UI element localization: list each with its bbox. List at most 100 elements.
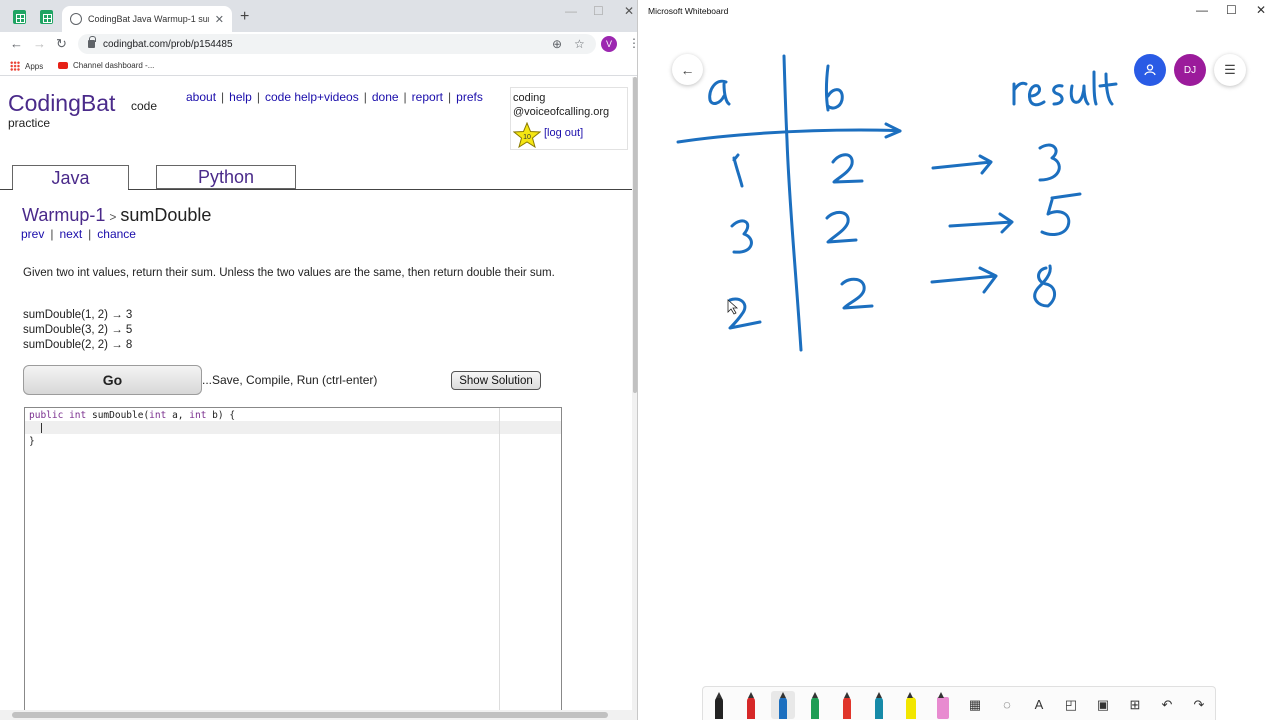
user-box: coding @voiceofcalling.org 10 [log out] — [510, 87, 628, 150]
nav-code-help-videos[interactable]: code help+videos — [265, 90, 359, 104]
zoom-icon[interactable]: ⊕ — [552, 37, 562, 51]
star-icon: 10 — [513, 122, 541, 148]
example-line: sumDouble(3, 2) → 5 — [23, 324, 133, 336]
codingbat-page: CodingBat code practice about | help | code … — [0, 77, 637, 720]
hamburger-menu-icon[interactable]: ☰ — [1214, 54, 1246, 86]
ink-digit-8 — [1033, 264, 1056, 308]
site-logo[interactable]: CodingBat — [8, 90, 115, 117]
nav-help[interactable]: help — [229, 90, 252, 104]
ink-digit-3 — [1038, 143, 1061, 182]
tab-title: CodingBat Java Warmup-1 sumDou... — [88, 14, 209, 24]
ruler-icon[interactable]: ▦ — [963, 691, 987, 719]
tab-python[interactable]: Python — [156, 165, 296, 189]
maximize-icon[interactable]: ☐ — [593, 4, 604, 18]
menu-kebab-icon[interactable]: ⋮ — [628, 36, 637, 50]
scrollbar-thumb[interactable] — [633, 77, 637, 393]
breadcrumb: Warmup-1 > sumDouble — [22, 205, 211, 226]
examples: sumDouble(1, 2) → 3 sumDouble(3, 2) → 5 … — [23, 308, 132, 353]
next-link[interactable]: next — [59, 227, 82, 241]
print-margin — [499, 408, 500, 719]
ink-letter-s — [1052, 84, 1064, 106]
example-line: sumDouble(1, 2) → 3 — [23, 309, 133, 321]
sheets-icon — [39, 10, 53, 24]
bookmark-apps[interactable]: Apps — [10, 61, 43, 71]
horizontal-scrollbar[interactable] — [0, 710, 637, 720]
go-hint-text: ...Save, Compile, Run (ctrl-enter) — [202, 373, 378, 387]
ink-letter-b — [825, 64, 844, 112]
invite-person-icon[interactable] — [1134, 54, 1166, 86]
sticky-note-icon[interactable]: ◰ — [1059, 691, 1083, 719]
handwriting-ink — [676, 54, 1118, 352]
forward-icon[interactable]: → — [33, 36, 46, 51]
image-icon[interactable]: ▣ — [1091, 691, 1115, 719]
go-button[interactable]: Go — [23, 365, 202, 395]
insert-icon[interactable]: ⊞ — [1123, 691, 1147, 719]
nav-done[interactable]: done — [372, 90, 399, 104]
ink-toolbar: ▦ ◌ A ◰ ▣ ⊞ ↶ ↷ — [702, 686, 1216, 720]
redo-icon[interactable]: ↷ — [1187, 691, 1211, 719]
ink-digit-3 — [730, 219, 753, 254]
browser-tab-active[interactable]: CodingBat Java Warmup-1 sumDou... ✕ — [62, 6, 232, 32]
ink-letter-l — [1092, 70, 1098, 106]
bookmark-star-icon[interactable]: ☆ — [574, 37, 585, 51]
lasso-icon[interactable]: ◌ — [995, 691, 1019, 719]
ink-digit-2 — [825, 211, 858, 244]
show-solution-button[interactable]: Show Solution — [451, 371, 541, 390]
globe-icon — [70, 13, 82, 25]
lock-icon — [88, 36, 96, 48]
example-line: sumDouble(2, 2) → 8 — [23, 339, 133, 351]
back-button[interactable]: ← — [672, 54, 703, 85]
browser-toolbar: ← → ↻ codingbat.com/prob/p154485 ⊕ ☆ — [0, 32, 637, 56]
bookmark-label: Apps — [25, 61, 44, 71]
teal-pen-tool[interactable] — [867, 691, 891, 719]
pinned-tab-sheets-1[interactable] — [10, 8, 28, 26]
profile-avatar[interactable]: V — [601, 36, 617, 52]
back-icon[interactable]: ← — [10, 36, 23, 51]
nav-prefs[interactable]: prefs — [456, 90, 483, 104]
breadcrumb-section[interactable]: Warmup-1 — [22, 205, 105, 225]
youtube-icon — [58, 62, 68, 69]
highlighter-tool[interactable] — [899, 691, 923, 719]
scrollbar-thumb[interactable] — [12, 712, 608, 718]
eraser-tool[interactable] — [931, 691, 955, 719]
new-tab-button[interactable]: + — [240, 8, 249, 26]
undo-icon[interactable]: ↶ — [1155, 691, 1179, 719]
problem-title: sumDouble — [120, 205, 212, 225]
problem-description: Given two int values, return their sum. … — [23, 267, 555, 279]
nav-about[interactable]: about — [186, 90, 216, 104]
green-pen-tool[interactable] — [803, 691, 827, 719]
close-window-icon[interactable]: ✕ — [624, 4, 634, 18]
ink-digit-2 — [840, 277, 874, 310]
logout-link[interactable]: [log out] — [544, 126, 583, 140]
red-pen-2-tool[interactable] — [835, 691, 859, 719]
ink-horizontal-line — [676, 128, 902, 144]
ink-digit-1 — [732, 153, 744, 188]
ink-digit-5 — [1040, 192, 1082, 236]
nav-report[interactable]: report — [412, 90, 443, 104]
text-icon[interactable]: A — [1027, 691, 1051, 719]
bookmark-channel-dashboard[interactable]: Channel dashboard -... — [58, 61, 154, 70]
blue-pen-tool[interactable] — [771, 691, 795, 719]
active-line-highlight — [25, 421, 561, 434]
reload-icon[interactable]: ↻ — [56, 36, 67, 52]
minimize-icon[interactable]: — — [565, 4, 577, 18]
vertical-scrollbar[interactable] — [632, 77, 637, 710]
star-count: 10 — [523, 134, 531, 141]
chance-link[interactable]: chance — [97, 227, 136, 241]
prev-link[interactable]: prev — [21, 227, 44, 241]
address-bar[interactable]: codingbat.com/prob/p154485 ⊕ ☆ — [78, 34, 596, 54]
pinned-tab-sheets-2[interactable] — [37, 8, 55, 26]
bookmarks-bar: Apps Channel dashboard -... — [0, 56, 637, 76]
tab-strip: CodingBat Java Warmup-1 sumDou... ✕ + — … — [0, 0, 637, 32]
whiteboard-canvas[interactable] — [640, 0, 1280, 690]
sheets-icon — [12, 10, 26, 24]
red-pen-tool[interactable] — [739, 691, 763, 719]
ink-vertical-line — [782, 54, 803, 352]
tab-java[interactable]: Java — [12, 165, 129, 190]
user-avatar[interactable]: DJ — [1174, 54, 1206, 86]
black-pen-tool[interactable] — [707, 691, 731, 719]
close-icon[interactable]: ✕ — [215, 13, 224, 26]
bookmark-label: Channel dashboard -... — [73, 61, 155, 70]
code-editor[interactable]: public int sumDouble(int a, int b) { } — [24, 407, 562, 720]
user-name-line2: @voiceofcalling.org — [513, 106, 610, 118]
